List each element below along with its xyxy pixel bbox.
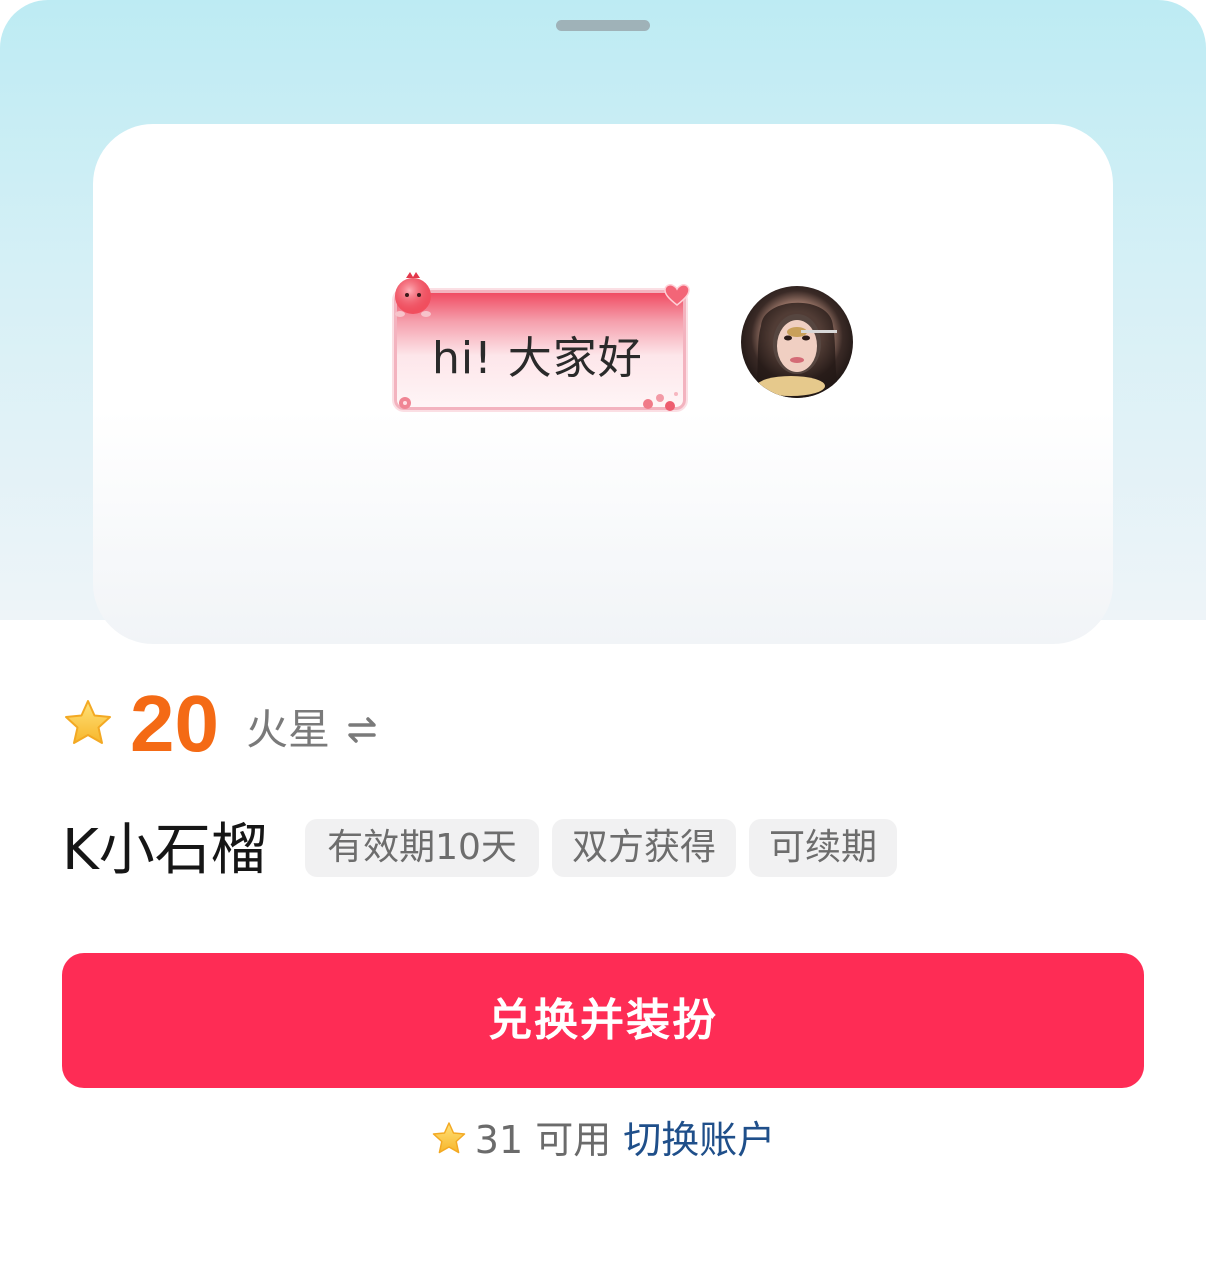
preview-area: hi! 大家好 [0,0,1206,644]
swap-arrows-icon[interactable] [344,712,380,748]
star-icon [65,700,111,744]
flower-dots-icon [643,392,678,411]
tag-renewable: 可续期 [749,819,897,877]
exchange-and-dress-button[interactable]: 兑换并装扮 [62,953,1144,1088]
small-flower-icon [399,397,411,409]
price-value: 20 [130,679,219,768]
tag-validity: 有效期10天 [305,819,539,877]
heart-icon [664,284,690,306]
item-name: K小石榴 [62,818,267,883]
drag-handle[interactable] [556,20,650,31]
tag-both-get: 双方获得 [552,819,736,877]
star-icon [432,1122,466,1154]
balance-text: 31 可用 [474,1118,612,1162]
switch-account-link[interactable]: 切换账户 [623,1118,775,1162]
pomegranate-mascot-icon [395,272,431,317]
price-unit: 火星 [246,705,331,754]
avatar [741,286,853,398]
bubble-preview-text: hi! 大家好 [432,333,643,384]
avatar-photo-icon [753,302,841,398]
balance-row: 31 可用 切换账户 [0,1112,1206,1168]
exchange-sheet: hi! 大家好 20 火星 K小石榴 有效期10天 双方获得 可续期 兑换并装扮… [0,0,1206,1264]
